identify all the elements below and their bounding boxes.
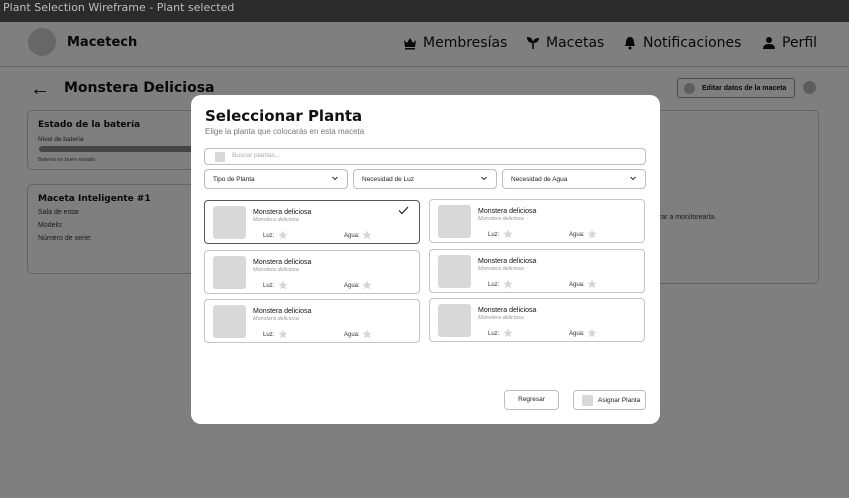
modal-title: Seleccionar Planta	[205, 107, 363, 125]
chevron-down-icon	[332, 176, 338, 181]
plant-card[interactable]: Monstera deliciosa Monstera deliciosa Lu…	[429, 298, 645, 342]
plant-scientific-name: Monstera deliciosa	[253, 217, 299, 223]
plant-card[interactable]: Monstera deliciosa Monstera deliciosa Lu…	[204, 200, 420, 244]
modal-subtitle: Elige la planta que colocarás en esta ma…	[205, 127, 365, 136]
filter-water-need[interactable]: Necesidad de Agua	[502, 169, 646, 189]
plant-card[interactable]: Monstera deliciosa Monstera deliciosa Lu…	[204, 299, 420, 343]
water-label: Agua:	[344, 332, 360, 338]
plant-card[interactable]: Monstera deliciosa Monstera deliciosa Lu…	[204, 250, 420, 294]
water-label: Agua:	[569, 282, 585, 288]
plant-name: Monstera deliciosa	[253, 259, 312, 266]
filter-label: Tipo de Planta	[213, 176, 255, 183]
plant-image-placeholder	[213, 305, 246, 338]
star-icon	[278, 329, 288, 339]
star-icon	[587, 229, 597, 239]
assign-icon	[582, 395, 593, 406]
plant-image-placeholder	[213, 206, 246, 239]
light-label: Luz:	[488, 282, 500, 288]
water-label: Agua:	[569, 232, 585, 238]
window-title: Plant Selection Wireframe - Plant select…	[3, 1, 235, 14]
water-label: Agua:	[569, 331, 585, 337]
plant-name: Monstera deliciosa	[478, 208, 537, 215]
star-icon	[503, 229, 513, 239]
plant-image-placeholder	[438, 255, 471, 288]
plant-scientific-name: Monstera deliciosa	[478, 266, 524, 272]
filter-label: Necesidad de Luz	[362, 176, 415, 183]
star-icon	[362, 329, 372, 339]
water-label: Agua:	[344, 283, 360, 289]
back-button[interactable]: Regresar	[504, 390, 559, 410]
window-title-bar: Plant Selection Wireframe - Plant select…	[0, 0, 849, 22]
star-icon	[278, 230, 288, 240]
plant-name: Monstera deliciosa	[478, 307, 537, 314]
plant-image-placeholder	[438, 205, 471, 238]
star-icon	[278, 280, 288, 290]
plant-card[interactable]: Monstera deliciosa Monstera deliciosa Lu…	[429, 199, 645, 243]
plant-scientific-name: Monstera deliciosa	[478, 315, 524, 321]
star-icon	[362, 230, 372, 240]
light-label: Luz:	[263, 233, 275, 239]
assign-plant-label: Asignar Planta	[598, 397, 641, 404]
filter-light-need[interactable]: Necesidad de Luz	[353, 169, 497, 189]
chevron-down-icon	[481, 176, 487, 181]
filter-label: Necesidad de Agua	[511, 176, 568, 183]
check-icon	[398, 206, 409, 215]
plant-card[interactable]: Monstera deliciosa Monstera deliciosa Lu…	[429, 249, 645, 293]
plant-name: Monstera deliciosa	[253, 308, 312, 315]
star-icon	[587, 279, 597, 289]
plant-scientific-name: Monstera deliciosa	[478, 216, 524, 222]
water-label: Agua:	[344, 233, 360, 239]
plant-scientific-name: Monstera deliciosa	[253, 267, 299, 273]
star-icon	[503, 279, 513, 289]
plant-image-placeholder	[438, 304, 471, 337]
light-label: Luz:	[488, 232, 500, 238]
search-placeholder: Buscar plantas...	[232, 152, 281, 159]
light-label: Luz:	[263, 332, 275, 338]
assign-plant-button[interactable]: Asignar Planta	[573, 390, 646, 410]
plant-image-placeholder	[213, 256, 246, 289]
plant-search-input[interactable]: Buscar plantas...	[204, 148, 646, 165]
chevron-down-icon	[630, 176, 636, 181]
star-icon	[503, 328, 513, 338]
star-icon	[362, 280, 372, 290]
filter-plant-type[interactable]: Tipo de Planta	[204, 169, 348, 189]
plant-name: Monstera deliciosa	[478, 258, 537, 265]
plant-scientific-name: Monstera deliciosa	[253, 316, 299, 322]
star-icon	[587, 328, 597, 338]
light-label: Luz:	[263, 283, 275, 289]
select-plant-modal: Seleccionar Planta Elige la planta que c…	[191, 95, 660, 424]
light-label: Luz:	[488, 331, 500, 337]
search-icon	[215, 152, 225, 162]
plant-name: Monstera deliciosa	[253, 209, 312, 216]
